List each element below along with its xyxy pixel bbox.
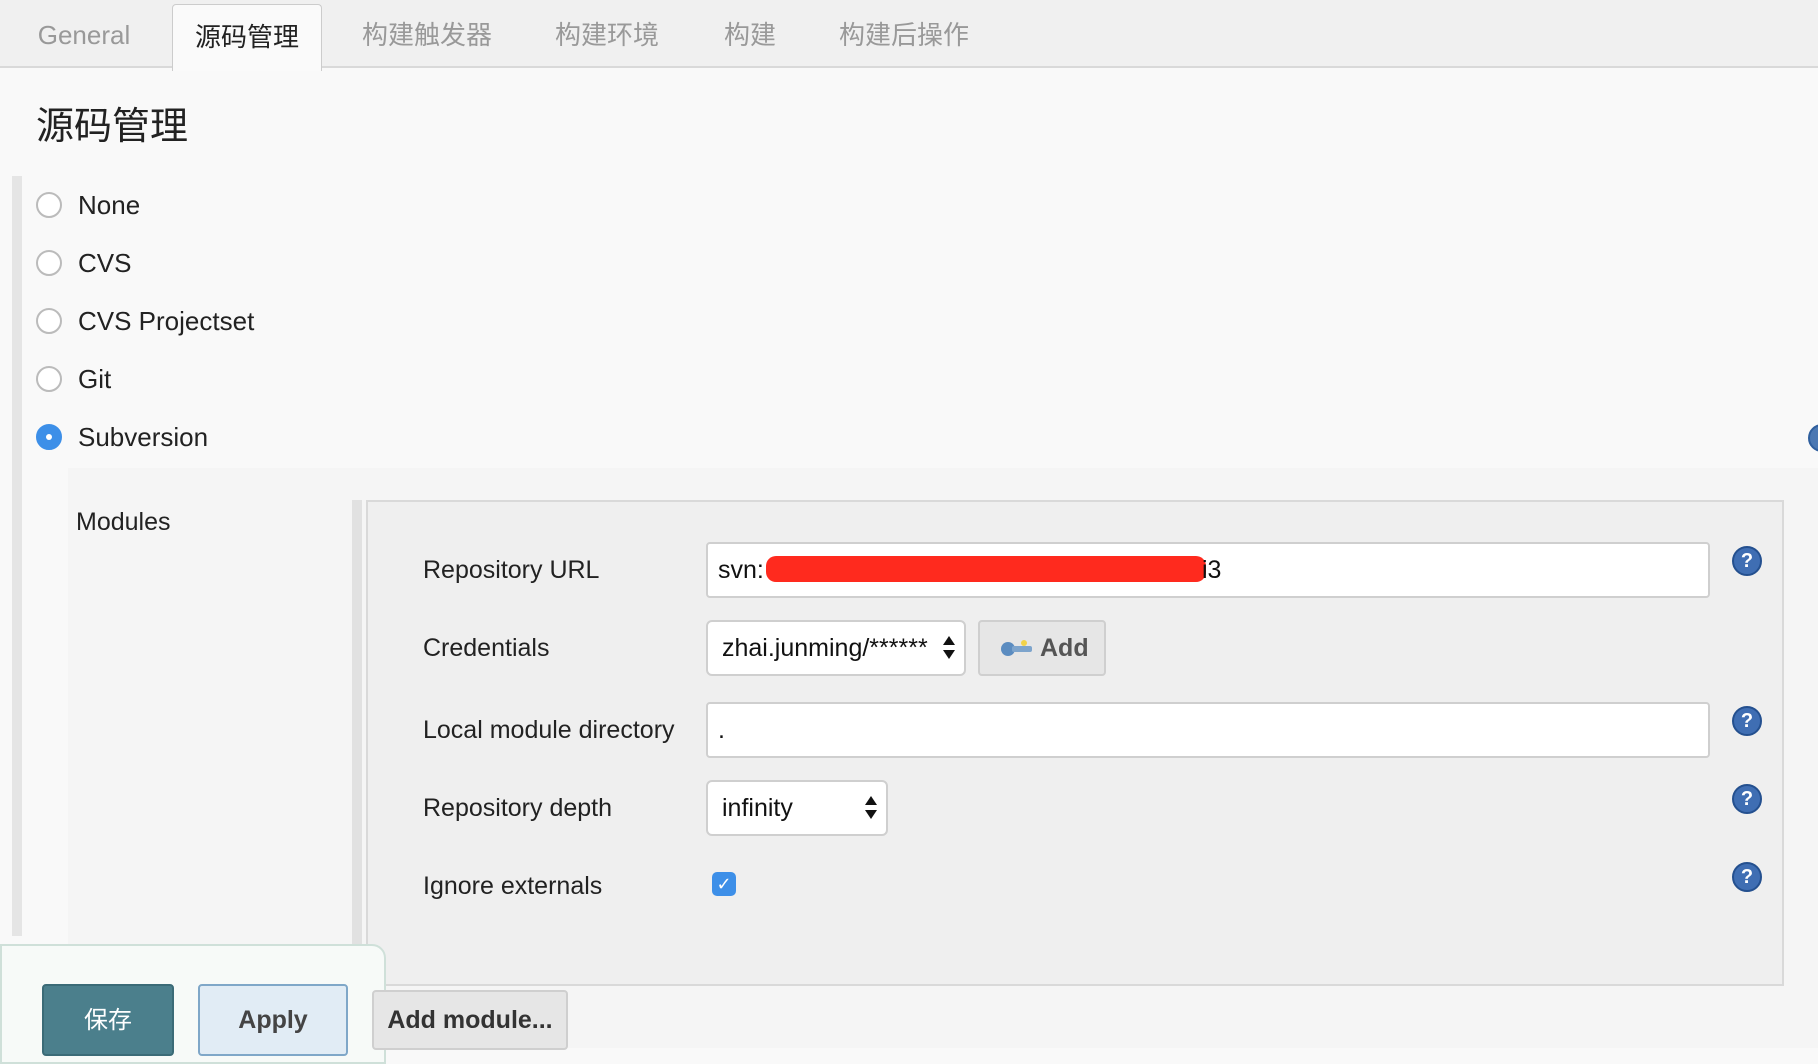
credentials-value: zhai.junming/****** <box>722 634 928 662</box>
scm-option-label: Subversion <box>78 421 209 452</box>
help-icon[interactable]: ? <box>1732 546 1762 576</box>
tab-general[interactable]: General <box>14 0 154 68</box>
add-credentials-button[interactable]: Add <box>978 620 1106 676</box>
select-arrows-icon <box>864 792 878 824</box>
key-icon <box>1001 640 1032 656</box>
repository-depth-select[interactable]: infinity <box>706 780 888 836</box>
scm-option-git[interactable]: Git <box>36 359 111 399</box>
radio-button[interactable] <box>36 308 62 334</box>
add-module-button[interactable]: Add module... <box>372 990 568 1050</box>
apply-button[interactable]: Apply <box>198 984 348 1056</box>
credentials-select[interactable]: zhai.junming/****** <box>706 620 966 676</box>
section-title: 源码管理 <box>36 104 189 148</box>
redaction-mark <box>766 556 1206 582</box>
tab-build-triggers[interactable]: 构建触发器 <box>340 0 514 68</box>
scm-option-cvs-projectset[interactable]: CVS Projectset <box>36 301 254 341</box>
radio-button[interactable] <box>36 250 62 276</box>
scm-option-label: CVS Projectset <box>78 305 255 336</box>
radio-button[interactable] <box>36 192 62 218</box>
select-arrows-icon <box>942 632 956 664</box>
modules-label: Modules <box>76 508 171 536</box>
radio-button[interactable] <box>36 366 62 392</box>
help-icon[interactable]: ? <box>1732 784 1762 814</box>
help-icon[interactable]: ? <box>1732 862 1762 892</box>
help-icon[interactable]: ? <box>1732 706 1762 736</box>
ignore-externals-label: Ignore externals <box>423 872 603 900</box>
tab-build-environment[interactable]: 构建环境 <box>536 0 678 68</box>
repository-depth-label: Repository depth <box>423 794 613 822</box>
scm-option-none[interactable]: None <box>36 185 140 225</box>
scm-option-subversion[interactable]: Subversion <box>36 417 208 457</box>
repository-depth-value: infinity <box>722 794 793 822</box>
scm-option-label: Git <box>78 363 112 394</box>
tab-post-build-actions[interactable]: 构建后操作 <box>822 0 986 68</box>
repository-url-input[interactable]: svn: i3 <box>706 542 1710 598</box>
repository-url-value-suffix: i3 <box>1202 556 1222 584</box>
tab-source-code-management[interactable]: 源码管理 <box>172 4 322 71</box>
tab-build[interactable]: 构建 <box>700 0 800 68</box>
tab-bar: General 源码管理 构建触发器 构建环境 构建 构建后操作 <box>0 0 1818 71</box>
scm-option-label: None <box>78 189 141 220</box>
add-button-label: Add <box>1040 634 1089 662</box>
credentials-label: Credentials <box>423 634 550 662</box>
help-icon-partial[interactable] <box>1808 424 1818 452</box>
local-module-directory-label: Local module directory <box>423 716 675 744</box>
scm-option-label: CVS <box>78 247 132 278</box>
local-module-directory-input[interactable]: . <box>706 702 1710 758</box>
scm-option-cvs[interactable]: CVS <box>36 243 131 283</box>
repository-url-label: Repository URL <box>423 556 600 584</box>
ignore-externals-checkbox[interactable]: ✓ <box>712 872 736 896</box>
repository-url-value-prefix: svn: <box>718 556 764 584</box>
section-divider <box>12 176 22 936</box>
save-button[interactable]: 保存 <box>42 984 174 1056</box>
radio-button-selected[interactable] <box>36 424 62 450</box>
